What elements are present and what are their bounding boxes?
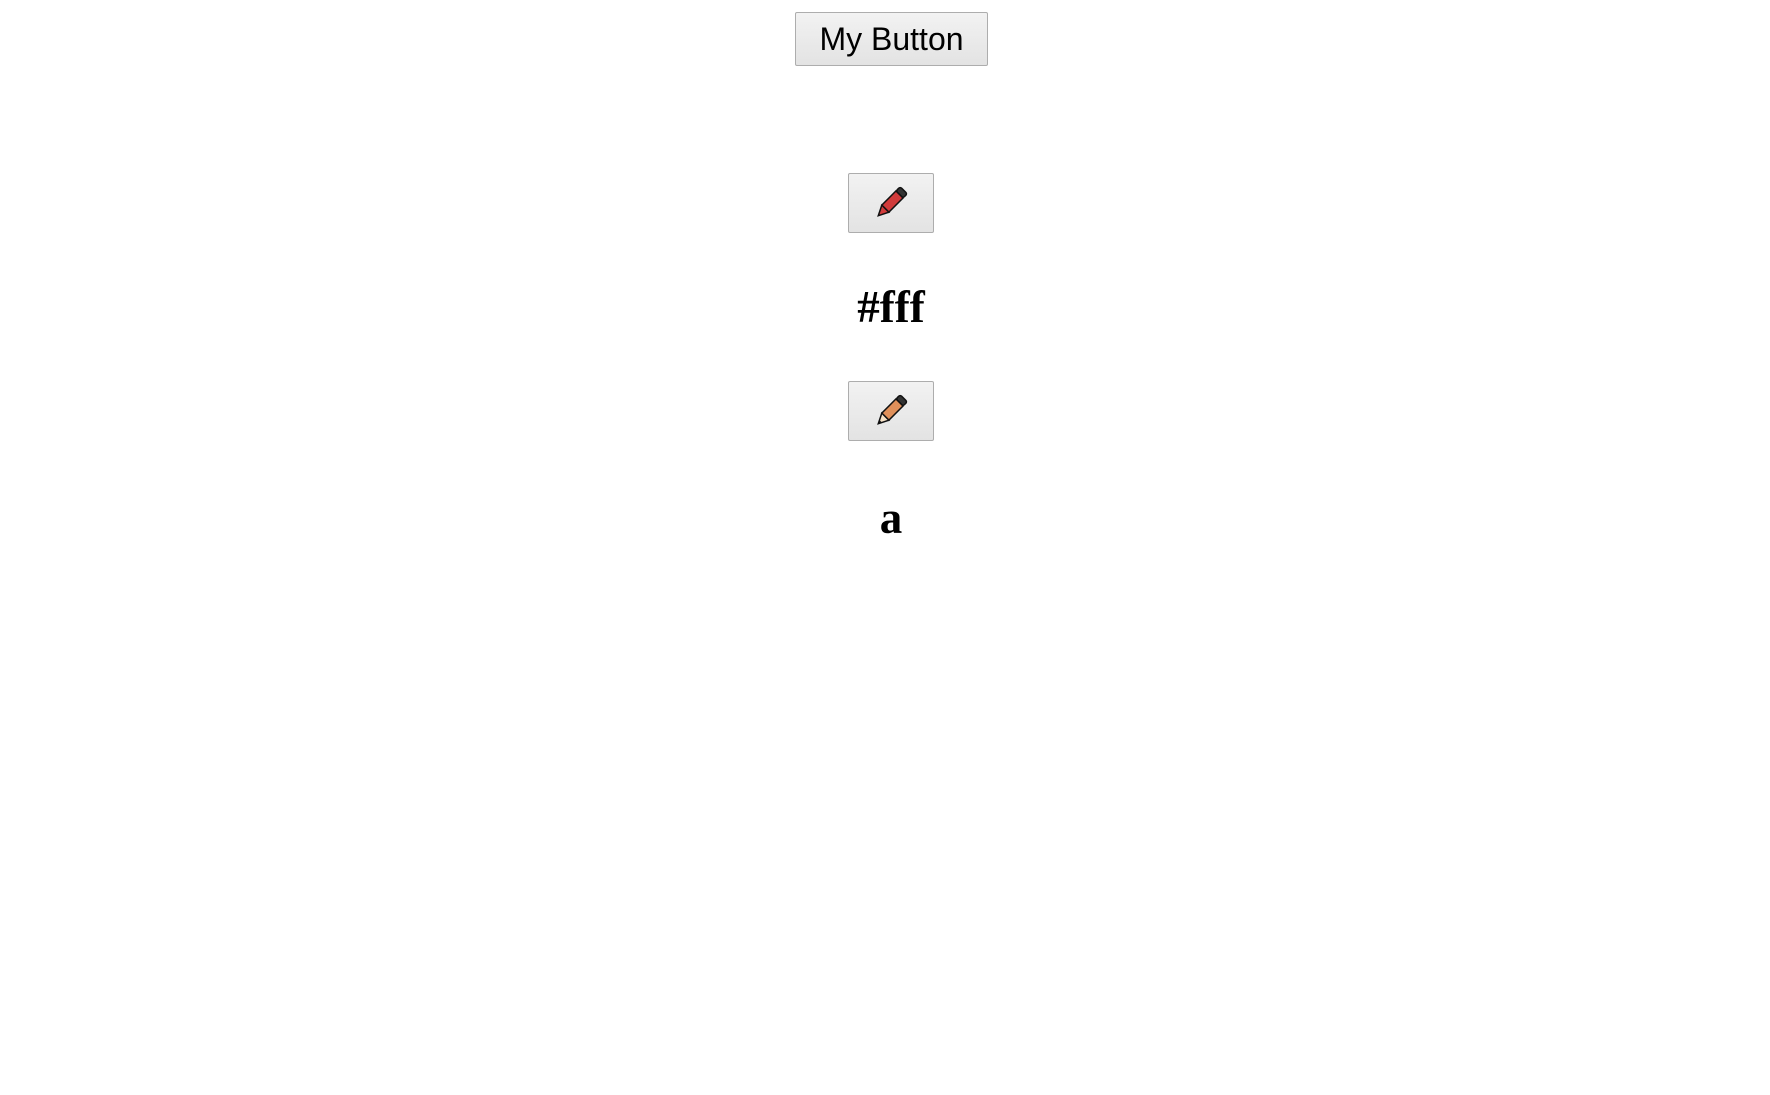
edit-button-red[interactable]: [848, 173, 934, 233]
my-button[interactable]: My Button: [795, 12, 988, 66]
heading-second: a: [879, 493, 903, 543]
pencil-icon: [871, 391, 911, 431]
edit-button-orange[interactable]: [848, 381, 934, 441]
heading-first: #fff: [857, 282, 925, 332]
pencil-icon: [871, 183, 911, 223]
page: My Button #fff a: [0, 0, 1770, 1095]
